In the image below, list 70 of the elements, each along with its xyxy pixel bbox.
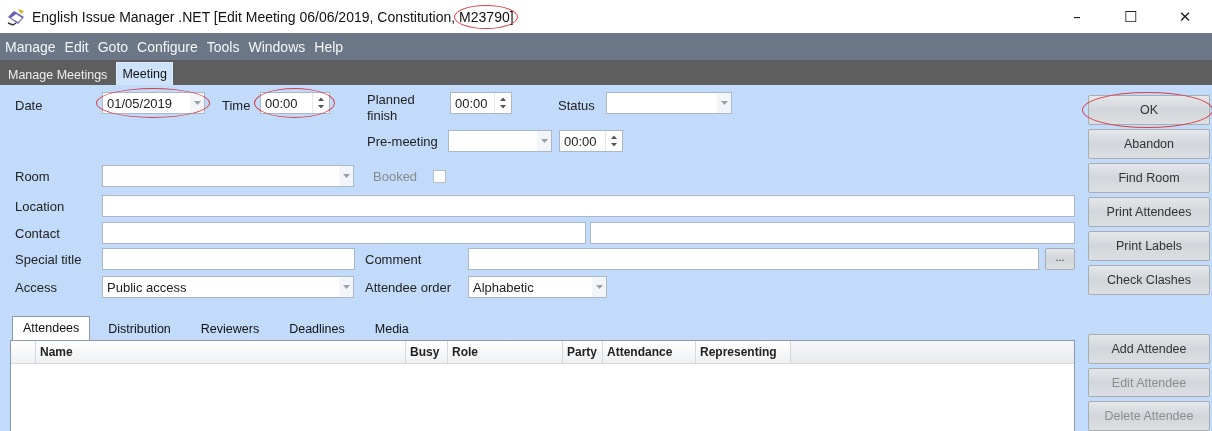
close-button[interactable]: ✕	[1158, 7, 1212, 26]
page-tab[interactable]: Manage Meetings	[3, 65, 113, 85]
column-header[interactable]: Attendance	[603, 341, 696, 363]
text-field[interactable]	[102, 222, 586, 244]
field-label: Special title	[15, 251, 83, 267]
column-header[interactable]: Role	[448, 341, 563, 363]
field-label: Access	[15, 279, 58, 295]
browse-button[interactable]: ...	[1045, 248, 1075, 270]
field-label: Booked	[373, 168, 419, 184]
action-button[interactable]: Print Attendees	[1088, 197, 1210, 227]
spin-arrows-icon	[500, 97, 506, 109]
detail-tab[interactable]: Attendees	[12, 316, 91, 340]
field-label: Time	[222, 98, 252, 113]
dropdown-arrow-icon	[540, 139, 548, 143]
menu-item[interactable]: Goto	[97, 38, 129, 55]
time-spinner[interactable]: 00:00	[559, 130, 623, 152]
dropdown-arrow-icon	[193, 101, 201, 105]
app-logo-icon	[6, 7, 26, 26]
dropdown-arrow-icon	[342, 174, 350, 178]
field-label: Pre-meeting	[367, 133, 439, 149]
page-tab[interactable]: Meeting	[116, 62, 173, 85]
menu-item[interactable]: Tools	[206, 38, 240, 55]
detail-tab[interactable]: Deadlines	[275, 318, 359, 340]
text-field[interactable]	[468, 248, 1039, 270]
minimize-button[interactable]: –	[1050, 7, 1104, 26]
spin-arrows-icon	[318, 97, 324, 109]
action-button[interactable]: Check Clashes	[1088, 265, 1210, 295]
dropdown-arrow-icon	[595, 285, 603, 289]
field-label: Planned finish	[367, 92, 416, 124]
window-title: English Issue Manager .NET [Edit Meeting 06/06/2019, Constitution,	[32, 8, 456, 25]
attendee-order-dropdown[interactable]: Alphabetic	[468, 276, 607, 298]
window-title: M23790]	[459, 8, 514, 25]
menu-item[interactable]: Help	[314, 38, 344, 55]
action-button[interactable]: OK	[1088, 95, 1210, 125]
room-dropdown[interactable]	[102, 165, 354, 187]
field-label: Comment	[365, 251, 423, 267]
status-dropdown[interactable]	[606, 92, 732, 114]
field-label: Location	[15, 198, 66, 214]
pre-meeting-dropdown[interactable]	[448, 130, 552, 152]
action-button[interactable]: Find Room	[1088, 163, 1210, 193]
menu-item[interactable]: Windows	[248, 38, 306, 55]
detail-tab[interactable]: Reviewers	[186, 318, 274, 340]
detail-tab[interactable]: Media	[360, 318, 423, 340]
menu-item[interactable]: Manage	[5, 38, 56, 55]
action-button[interactable]: Print Labels	[1088, 231, 1210, 261]
text-field[interactable]	[102, 248, 355, 270]
access-dropdown[interactable]: Public access	[102, 276, 354, 298]
field-label: Attendee order	[365, 279, 452, 295]
maximize-button[interactable]: ☐	[1104, 7, 1158, 26]
time-spinner[interactable]: 00:00	[450, 92, 512, 114]
column-header[interactable]: Name	[36, 341, 406, 363]
time-spinner[interactable]: 00:00	[260, 92, 330, 114]
menu-item[interactable]: Edit	[64, 38, 89, 55]
date-field[interactable]: 01/05/2019	[102, 92, 205, 114]
dropdown-arrow-icon	[342, 285, 350, 289]
column-header[interactable]: Party	[563, 341, 603, 363]
field-label: Room	[15, 168, 51, 184]
attendee-action-button[interactable]: Add Attendee	[1088, 334, 1210, 364]
menu-item[interactable]: Configure	[137, 38, 198, 55]
field-label: Contact	[15, 225, 61, 241]
field-label: Status	[558, 98, 596, 113]
detail-tab[interactable]: Distribution	[94, 318, 185, 340]
column-header[interactable]: Busy	[406, 341, 448, 363]
action-button[interactable]: Abandon	[1088, 129, 1210, 159]
text-field[interactable]	[590, 222, 1075, 244]
column-header[interactable]: Representing	[696, 341, 791, 363]
spin-arrows-icon	[611, 135, 617, 147]
dropdown-arrow-icon	[720, 101, 728, 105]
text-field[interactable]	[102, 195, 1075, 217]
field-label: Date	[15, 98, 44, 113]
